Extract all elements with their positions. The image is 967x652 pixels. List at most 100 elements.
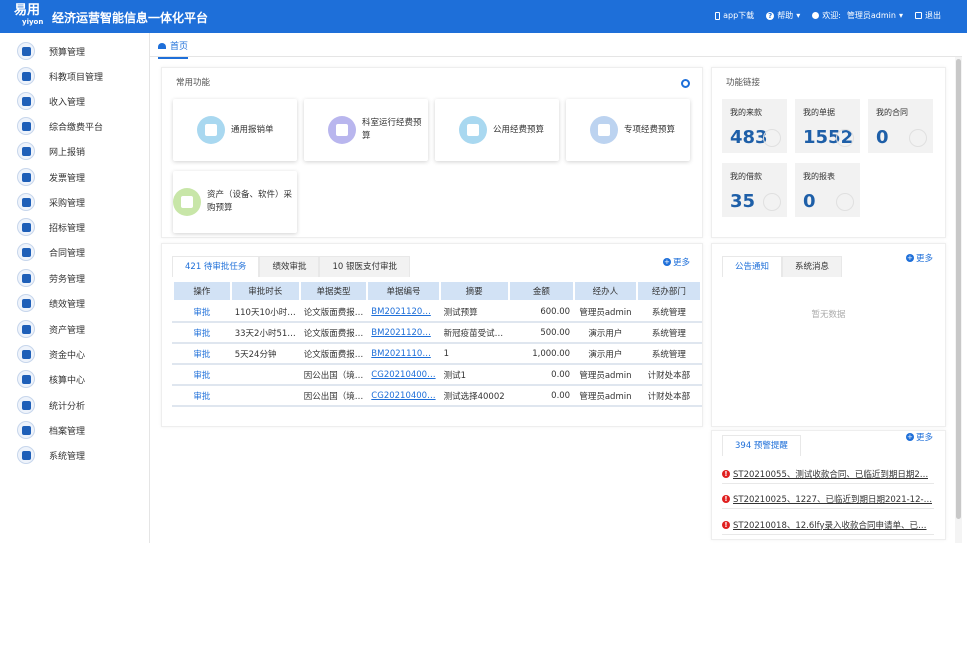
sidebar-item-archive[interactable]: 档案管理 xyxy=(17,420,85,440)
scrollbar-thumb[interactable] xyxy=(956,59,961,519)
warning-item[interactable]: ! ST20210055、测试收款合同、已临近到期日期2… xyxy=(722,464,934,484)
sidebar-item-label: 劳务管理 xyxy=(49,274,86,285)
scrollbar[interactable] xyxy=(955,57,962,543)
user-icon xyxy=(812,12,820,19)
sidebar-item-statistics[interactable]: 统计分析 xyxy=(17,395,85,415)
cell-doc-number-link[interactable]: BM2021110… xyxy=(366,342,441,365)
alert-icon: ! xyxy=(722,520,730,529)
cell-duration xyxy=(229,384,301,407)
approve-action[interactable]: 审批 xyxy=(172,342,232,365)
cell-department: 系统管理 xyxy=(635,321,703,344)
cell-handler: 管理员admin xyxy=(573,384,638,407)
book-icon xyxy=(17,142,35,160)
tab-pending-approval[interactable]: 421 待审批任务 xyxy=(172,256,260,277)
compass-icon xyxy=(763,193,781,211)
sidebar-item-research[interactable]: 科教项目管理 xyxy=(17,66,103,86)
sidebar-item-assets[interactable]: 资产管理 xyxy=(17,319,85,339)
tab-home[interactable]: 首页 xyxy=(158,39,189,59)
settings-gear-icon[interactable] xyxy=(681,79,690,88)
sidebar-item-label: 档案管理 xyxy=(49,426,86,437)
caret-down-icon: ▾ xyxy=(898,11,903,20)
sidebar-item-system[interactable]: 系统管理 xyxy=(17,445,85,465)
sidebar-item-labor[interactable]: 劳务管理 xyxy=(17,268,85,288)
cell-doc-number-link[interactable]: CG20210400… xyxy=(366,384,441,407)
invoice-icon xyxy=(17,168,35,186)
func-special-budget[interactable]: 专项经费预算 xyxy=(566,99,690,161)
document-icon xyxy=(17,243,35,261)
cell-doc-number-link[interactable]: BM2021120… xyxy=(366,300,441,323)
cell-duration: 110天10小时… xyxy=(229,300,301,323)
sidebar-item-invoice[interactable]: 发票管理 xyxy=(17,167,85,187)
download-arrow-icon xyxy=(173,188,201,216)
sidebar-item-budget[interactable]: 预算管理 xyxy=(17,41,85,61)
notice-more-link[interactable]: + 更多 xyxy=(905,252,933,264)
sidebar-item-bidding[interactable]: 招标管理 xyxy=(17,217,85,237)
public-budget-icon xyxy=(459,116,487,144)
link-my-contracts[interactable]: 我的合同 0 xyxy=(868,99,933,153)
sidebar-item-accounting[interactable]: 核算中心 xyxy=(17,369,85,389)
sidebar-item-label: 绩效管理 xyxy=(49,299,86,310)
plus-icon: + xyxy=(905,254,914,262)
tab-warnings[interactable]: 394 预警提醒 xyxy=(722,435,801,456)
target-icon xyxy=(17,218,35,236)
link-my-loans[interactable]: 我的借款 35 xyxy=(722,163,787,217)
sidebar-item-income[interactable]: 收入管理 xyxy=(17,91,85,111)
worker-icon xyxy=(17,269,35,287)
logout-icon xyxy=(915,12,922,19)
tab-bank-payment-approval[interactable]: 10 银医支付审批 xyxy=(319,256,410,277)
tab-announcements[interactable]: 公告通知 xyxy=(722,256,783,277)
compass-icon xyxy=(836,193,854,211)
link-my-reports[interactable]: 我的报表 0 xyxy=(795,163,860,217)
func-public-budget[interactable]: 公用经费预算 xyxy=(435,99,559,161)
sidebar-item-purchase[interactable]: 采购管理 xyxy=(17,192,85,212)
welcome-label: 欢迎: xyxy=(822,11,841,20)
cell-duration: 5天24分钟 xyxy=(229,342,301,365)
func-general-reimbursement[interactable]: 通用报销单 xyxy=(173,99,297,161)
page-tabbar: 首页 xyxy=(150,33,962,59)
approve-action[interactable]: 审批 xyxy=(172,384,232,407)
link-label: 我的来款 xyxy=(730,108,762,117)
special-budget-icon xyxy=(590,116,618,144)
cell-summary: 1 xyxy=(438,342,510,365)
link-my-documents[interactable]: 我的单据 1552 xyxy=(795,99,860,153)
func-dept-budget[interactable]: 科室运行经费预算 xyxy=(304,99,428,161)
warning-panel: 394 预警提醒 + 更多 ! ST20210055、测试收款合同、已临近到期日… xyxy=(711,430,946,540)
func-label: 专项经费预算 xyxy=(624,124,676,135)
sidebar-item-funds[interactable]: 资金中心 xyxy=(17,344,85,364)
more-label: 更多 xyxy=(915,433,933,443)
user-menu[interactable]: 欢迎: 管理员admin ▾ xyxy=(812,10,903,21)
sidebar-item-label: 采购管理 xyxy=(49,198,86,209)
chart-icon xyxy=(909,129,927,147)
gear-icon xyxy=(17,446,35,464)
col-header: 审批时长 xyxy=(229,280,301,302)
sidebar-item-reimbursement[interactable]: 网上报销 xyxy=(17,141,85,161)
cell-doc-number-link[interactable]: CG20210400… xyxy=(366,363,441,386)
warning-item[interactable]: ! ST20210018、12.6lfy录入收款合同申请单、已… xyxy=(722,515,934,535)
warning-item[interactable]: ! ST20210025、1227、已临近到期日期2021-12-… xyxy=(722,489,934,509)
warning-more-link[interactable]: + 更多 xyxy=(905,431,933,443)
approve-action[interactable]: 审批 xyxy=(172,300,232,323)
cell-summary: 测试选择40002 xyxy=(438,384,510,407)
sidebar-item-performance[interactable]: 绩效管理 xyxy=(17,293,85,313)
app-download-link[interactable]: app下载 xyxy=(715,10,754,21)
panel-title: 功能链接 xyxy=(726,78,761,88)
tab-performance-approval[interactable]: 绩效审批 xyxy=(259,256,320,277)
cell-doc-number-link[interactable]: BM2021120… xyxy=(366,321,441,344)
logout-link[interactable]: 退出 xyxy=(915,10,941,21)
help-link[interactable]: ? 帮助 ▾ xyxy=(766,10,800,21)
approve-action[interactable]: 审批 xyxy=(172,321,232,344)
function-links-panel: 功能链接 我的来款 483 我的单据 1552 我的合同 0 我的借款 35 我… xyxy=(711,67,946,238)
link-label: 我的报表 xyxy=(803,172,835,181)
approval-more-link[interactable]: + 更多 xyxy=(662,256,690,268)
money-bag-icon xyxy=(17,42,35,60)
sidebar-item-payment-platform[interactable]: 综合缴费平台 xyxy=(17,116,103,136)
sidebar-item-label: 发票管理 xyxy=(49,173,86,184)
common-functions-panel: 常用功能 通用报销单 科室运行经费预算 公用经费预算 专项经费预算 资产（设备、… xyxy=(161,67,703,238)
func-label: 科室运行经费预算 xyxy=(362,118,422,141)
func-asset-purchase-budget[interactable]: 资产（设备、软件）采购预算 xyxy=(173,171,297,233)
link-my-receipts[interactable]: 我的来款 483 xyxy=(722,99,787,153)
cart-icon xyxy=(17,193,35,211)
approve-action[interactable]: 审批 xyxy=(172,363,232,386)
tab-system-messages[interactable]: 系统消息 xyxy=(782,256,843,277)
sidebar-item-contract[interactable]: 合同管理 xyxy=(17,242,85,262)
